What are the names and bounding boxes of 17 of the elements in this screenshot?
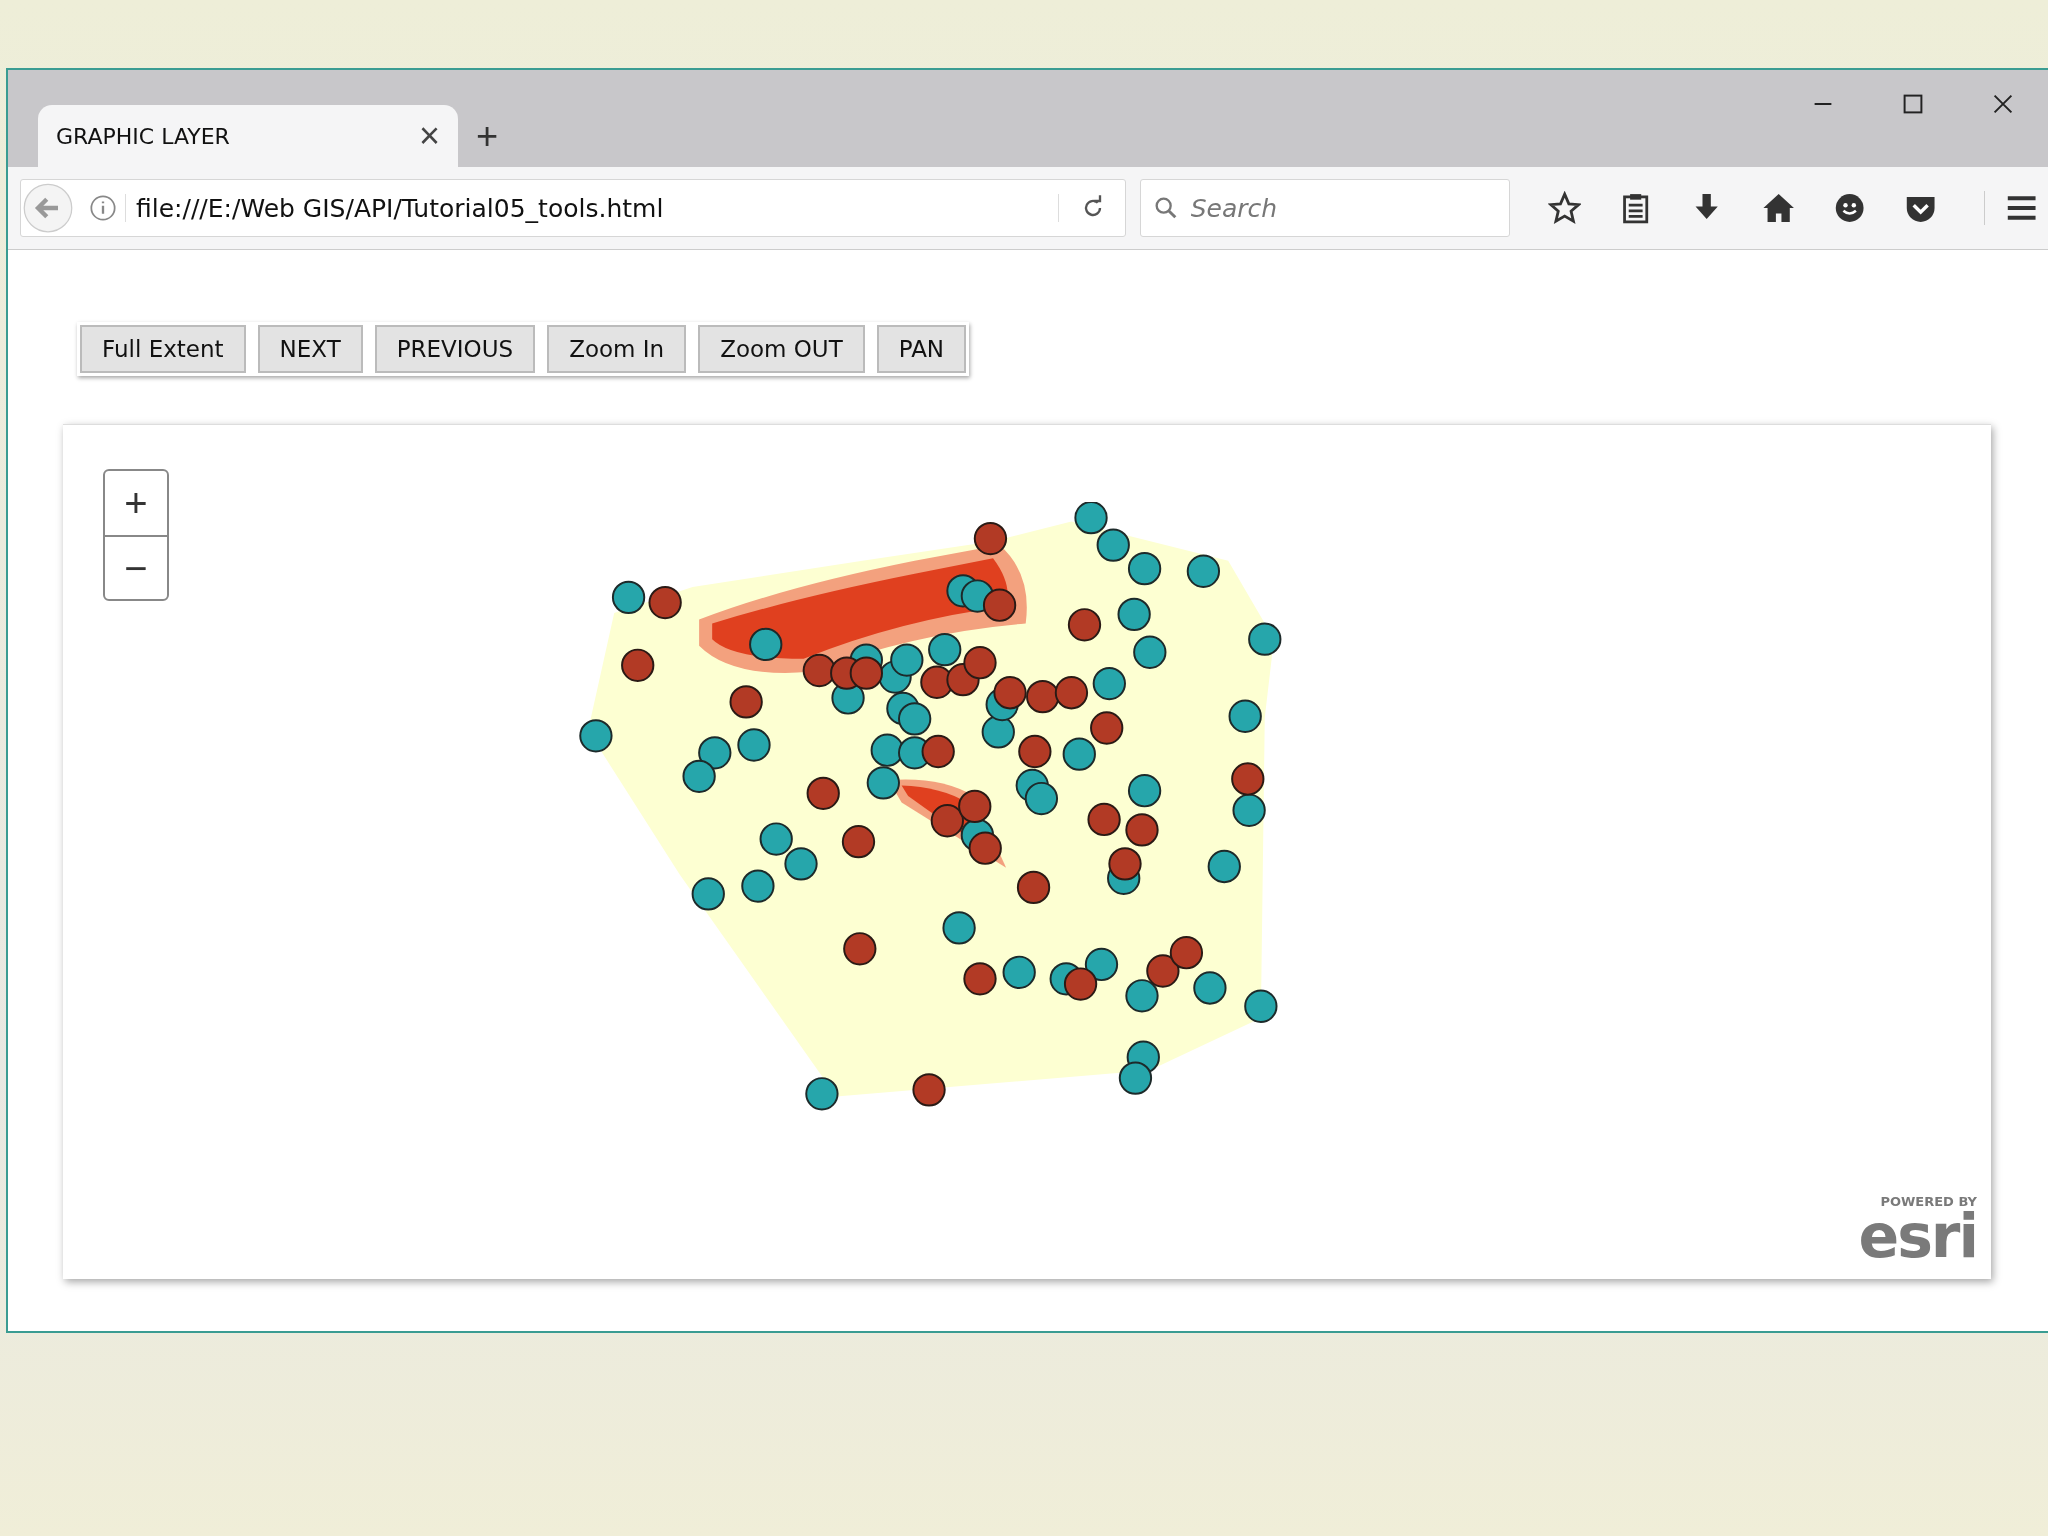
- browser-tab[interactable]: GRAPHIC LAYER ×: [38, 105, 458, 167]
- tool-button[interactable]: PAN: [876, 325, 967, 373]
- url-text: file:///E:/Web GIS/API/Tutorial05_tools.html: [136, 193, 665, 223]
- tool-button[interactable]: Zoom OUT: [698, 325, 865, 373]
- home-icon[interactable]: [1761, 191, 1796, 225]
- tool-button[interactable]: Full Extent: [80, 325, 246, 373]
- search-field[interactable]: Search: [1139, 179, 1510, 237]
- new-tab-button[interactable]: +: [476, 117, 499, 155]
- close-tab-button[interactable]: ×: [418, 118, 440, 154]
- star-icon[interactable]: [1547, 191, 1582, 225]
- tool-button[interactable]: Zoom In: [547, 325, 687, 373]
- address-bar[interactable]: file:///E:/Web GIS/API/Tutorial05_tools.html: [20, 179, 1126, 237]
- tool-button[interactable]: PREVIOUS: [374, 325, 536, 373]
- tab-title: GRAPHIC LAYER: [56, 123, 231, 149]
- info-icon[interactable]: [89, 194, 126, 222]
- tool-button[interactable]: NEXT: [257, 325, 363, 373]
- menu-icon[interactable]: [1983, 191, 2038, 225]
